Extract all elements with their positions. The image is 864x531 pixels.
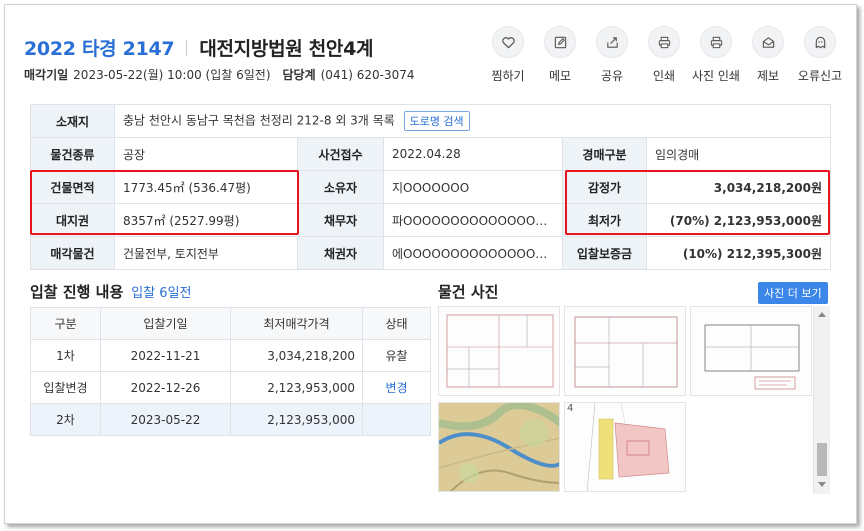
bid-status-link[interactable]: 변경 xyxy=(362,371,431,404)
deposit-value: (10%) 212,395,300원 xyxy=(645,236,832,270)
bookmark-label: 찜하기 xyxy=(491,69,525,83)
column-header: 최저매각가격 xyxy=(230,307,363,340)
gallery-scrollbar[interactable] xyxy=(813,306,830,494)
error-report-label: 오류신고 xyxy=(797,69,843,83)
bid-round: 입찰변경 xyxy=(30,371,101,404)
bid-date: 2022-11-21 xyxy=(100,339,231,372)
printer-icon xyxy=(700,26,732,58)
location-cell: 충남 천안시 동남구 목천읍 천정리 212-8 외 3개 목록 도로명 검색 xyxy=(113,104,832,138)
case-number: 2022 타경 2147 xyxy=(24,38,175,60)
pencil-icon xyxy=(544,26,576,58)
bid-round: 2차 xyxy=(30,403,101,436)
creditor-label: 채권자 xyxy=(297,236,384,270)
creditor-value: 에OOOOOOOOOOOOOOOO... xyxy=(383,236,563,270)
photos-title: 물건 사진 xyxy=(438,283,499,301)
bid-round: 1차 xyxy=(30,339,101,372)
bid-history-heading: 입찰 진행 내용 xyxy=(30,283,124,301)
ghost-icon xyxy=(804,26,836,58)
photo-thumbnail[interactable] xyxy=(690,306,812,396)
scroll-thumb[interactable] xyxy=(817,443,827,476)
dept-label: 담당계 xyxy=(282,68,316,82)
highlight-box-price xyxy=(565,170,830,235)
photo-print-label: 사진 인쇄 xyxy=(692,69,740,83)
print-label: 인쇄 xyxy=(652,69,676,83)
road-search-button[interactable]: 도로명 검색 xyxy=(403,111,470,131)
photo-thumbnail[interactable] xyxy=(438,402,560,492)
table-row: 소재지 충남 천안시 동남구 목천읍 천정리 212-8 외 3개 목록 도로명… xyxy=(30,104,832,138)
share-label: 공유 xyxy=(600,69,624,83)
case-recv-label: 사건접수 xyxy=(297,137,384,171)
debtor-value: 파OOOOOOOOOOOOOOOO... xyxy=(383,203,563,237)
print-button[interactable]: 인쇄 xyxy=(638,26,690,84)
sale-date-value: 2023-05-22(월) 10:00 (입찰 6일전) xyxy=(73,68,271,82)
printer-icon xyxy=(648,26,680,58)
report-label: 제보 xyxy=(756,69,780,83)
bid-min-price: 3,034,218,200 xyxy=(230,339,363,372)
table-row: 물건종류 공장 사건접수 2022.04.28 경매구분 임의경매 xyxy=(30,137,832,171)
location-label: 소재지 xyxy=(30,104,115,138)
thumbnail-index: 4 xyxy=(567,403,574,414)
table-row-current: 2차 2023-05-22 2,123,953,000 xyxy=(30,403,431,436)
highlight-box-area xyxy=(30,170,299,235)
dept-phone: (041) 620-3074 xyxy=(320,67,415,82)
meta-row: 매각기일 2023-05-22(월) 10:00 (입찰 6일전) 담당계 (0… xyxy=(24,66,414,83)
bid-history-countdown: 입찰 6일전 xyxy=(131,286,192,301)
title-divider xyxy=(186,39,188,56)
bid-history-title: 입찰 진행 내용 입찰 6일전 xyxy=(30,281,192,302)
bid-date: 2023-05-22 xyxy=(100,403,231,436)
auction-kind-value: 임의경매 xyxy=(645,137,832,171)
bid-min-price: 2,123,953,000 xyxy=(230,371,363,404)
memo-label: 메모 xyxy=(548,69,572,83)
type-label: 물건종류 xyxy=(30,137,115,171)
table-row: 입찰변경 2022-12-26 2,123,953,000 변경 xyxy=(30,371,431,404)
photo-gallery: 4 xyxy=(438,306,830,494)
table-header-row: 구분 입찰기일 최저매각가격 상태 xyxy=(30,307,431,340)
envelope-icon xyxy=(752,26,784,58)
column-header: 입찰기일 xyxy=(100,307,231,340)
more-photos-button[interactable]: 사진 더 보기 xyxy=(758,282,828,304)
deposit-label: 입찰보증금 xyxy=(562,236,647,270)
table-row: 1차 2022-11-21 3,034,218,200 유찰 xyxy=(30,339,431,372)
bid-date: 2022-12-26 xyxy=(100,371,231,404)
sale-item-value: 건물전부, 토지전부 xyxy=(114,236,298,270)
bid-status xyxy=(362,403,431,436)
error-report-button[interactable]: 오류신고 xyxy=(794,26,846,84)
report-button[interactable]: 제보 xyxy=(742,26,794,84)
photo-thumbnail[interactable] xyxy=(564,306,686,396)
debtor-label: 채무자 xyxy=(297,203,384,237)
scroll-up-icon[interactable] xyxy=(818,312,826,317)
column-header: 상태 xyxy=(362,307,431,340)
bookmark-button[interactable]: 찜하기 xyxy=(482,26,534,84)
location-value: 충남 천안시 동남구 목천읍 천정리 212-8 외 3개 목록 xyxy=(123,113,395,128)
photo-print-button[interactable]: 사진 인쇄 xyxy=(690,26,742,84)
type-value: 공장 xyxy=(114,137,298,171)
bid-status: 유찰 xyxy=(362,339,431,372)
case-recv-value: 2022.04.28 xyxy=(383,137,563,171)
bid-min-price: 2,123,953,000 xyxy=(230,403,363,436)
owner-label: 소유자 xyxy=(297,170,384,204)
sale-date-label: 매각기일 xyxy=(24,68,69,82)
bid-history-table: 구분 입찰기일 최저매각가격 상태 1차 2022-11-21 3,034,21… xyxy=(30,307,431,436)
photo-thumbnail[interactable] xyxy=(438,306,560,396)
share-icon xyxy=(596,26,628,58)
sale-item-label: 매각물건 xyxy=(30,236,115,270)
column-header: 구분 xyxy=(30,307,101,340)
heart-icon xyxy=(492,26,524,58)
share-button[interactable]: 공유 xyxy=(586,26,638,84)
title-row: 2022 타경 2147 대전지방법원 천안4계 xyxy=(24,34,374,61)
memo-button[interactable]: 메모 xyxy=(534,26,586,84)
photo-thumbnail[interactable]: 4 xyxy=(564,402,686,492)
scroll-down-icon[interactable] xyxy=(818,482,826,487)
owner-value: 지OOOOOOO xyxy=(383,170,563,204)
action-bar: 찜하기 메모 공유 인쇄 사진 인쇄 제보 오류신고 xyxy=(482,26,846,84)
table-row: 매각물건 건물전부, 토지전부 채권자 에OOOOOOOOOOOOOOOO...… xyxy=(30,236,832,270)
court-name: 대전지방법원 천안4계 xyxy=(199,38,374,60)
auction-kind-label: 경매구분 xyxy=(562,137,647,171)
